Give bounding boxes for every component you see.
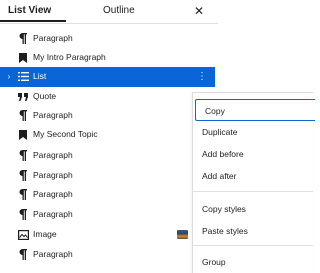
list-item[interactable]: Paragraph [0, 205, 215, 224]
list-item-label: Paragraph [33, 170, 73, 180]
menu-item-add-before[interactable]: Add before [193, 143, 313, 165]
paragraph-icon [17, 169, 29, 182]
paragraph-icon [17, 109, 29, 122]
bookmark-icon [17, 128, 29, 141]
paragraph-icon [17, 248, 29, 261]
menu-item-group[interactable]: Group [193, 251, 313, 273]
active-tab-indicator [0, 20, 66, 22]
chevron-right-icon[interactable]: › [4, 71, 14, 82]
list-item-label: Paragraph [33, 209, 73, 219]
list-item[interactable]: Paragraph [0, 29, 215, 48]
list-item[interactable]: Paragraph [0, 106, 215, 125]
list-item-label: My Intro Paragraph [33, 52, 106, 62]
list-item-label: List [33, 71, 47, 81]
list-item[interactable]: My Second Topic [0, 125, 215, 144]
close-icon[interactable]: ✕ [192, 4, 206, 18]
bookmark-icon [17, 51, 29, 64]
tab-outline[interactable]: Outline [103, 0, 135, 22]
paragraph-icon [17, 149, 29, 162]
list-item-label: Paragraph [33, 33, 73, 43]
list-item-label: Paragraph [33, 110, 73, 120]
tab-list-view[interactable]: List View [8, 0, 51, 22]
paragraph-icon [17, 32, 29, 45]
list-item[interactable]: Quote [0, 87, 215, 106]
menu-divider [193, 245, 313, 246]
menu-item-copy[interactable]: Copy [195, 99, 315, 121]
more-options-icon[interactable]: ⋮ [197, 70, 207, 83]
paragraph-icon [17, 188, 29, 201]
list-item[interactable]: Paragraph [0, 185, 215, 204]
list-item-selected[interactable]: › List ⋮ [0, 67, 215, 87]
list-item[interactable]: Image [0, 225, 215, 244]
list-item[interactable]: Paragraph [0, 166, 215, 185]
list-item-label: Quote [33, 91, 57, 101]
paragraph-icon [17, 208, 29, 221]
menu-item-paste-styles[interactable]: Paste styles [193, 220, 313, 242]
list-item-label: Paragraph [33, 189, 73, 199]
image-icon [17, 228, 29, 241]
list-item-label: Paragraph [33, 249, 73, 259]
block-options-menu: Copy Duplicate Add before Add after Copy… [192, 92, 315, 273]
list-view-tabs: List View Outline ✕ [0, 0, 218, 24]
image-thumbnail [177, 230, 188, 239]
list-item-label: Image [33, 229, 57, 239]
menu-item-copy-styles[interactable]: Copy styles [193, 198, 313, 220]
list-icon [17, 70, 29, 83]
list-item[interactable]: My Intro Paragraph [0, 48, 215, 67]
list-item[interactable]: Paragraph [0, 146, 215, 165]
list-item[interactable]: Paragraph [0, 245, 215, 264]
quote-icon [17, 90, 29, 103]
menu-item-duplicate[interactable]: Duplicate [193, 121, 313, 143]
menu-divider [193, 191, 313, 192]
menu-item-add-after[interactable]: Add after [193, 165, 313, 187]
list-item-label: Paragraph [33, 150, 73, 160]
list-item-label: My Second Topic [33, 129, 98, 139]
